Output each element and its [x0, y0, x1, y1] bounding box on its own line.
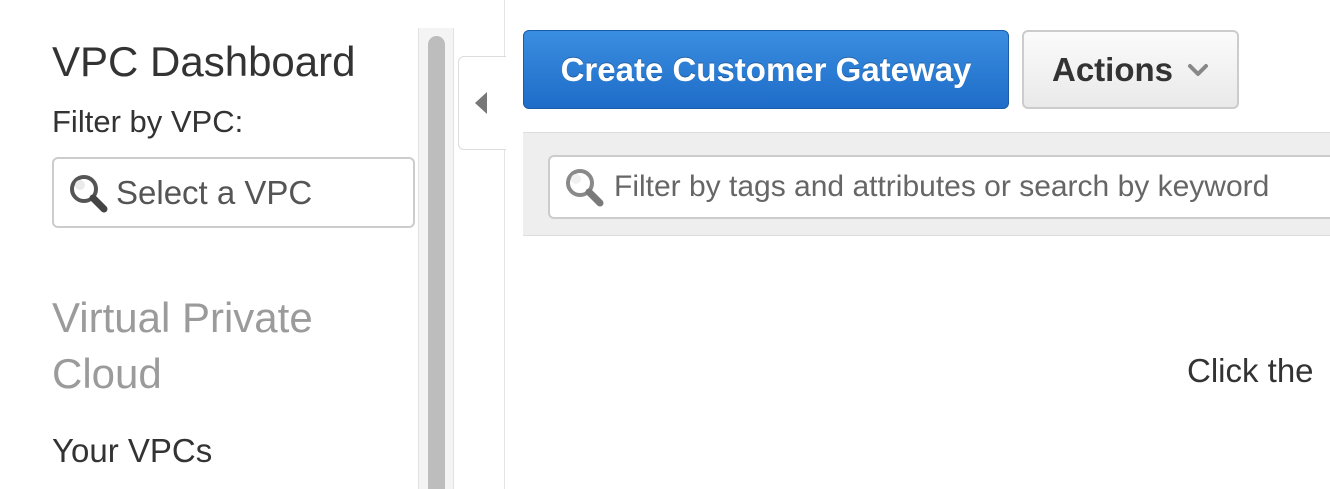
actions-label: Actions	[1051, 50, 1173, 88]
collapse-sidebar-button[interactable]	[458, 56, 506, 150]
vpc-console: VPC Dashboard Filter by VPC: Select a VP…	[0, 0, 1330, 489]
actions-dropdown-button[interactable]: Actions	[1022, 30, 1239, 109]
sidebar: VPC Dashboard Filter by VPC: Select a VP…	[0, 0, 418, 489]
search-icon	[566, 169, 604, 207]
filter-by-vpc-label: Filter by VPC:	[52, 104, 244, 139]
empty-state-message: Click the	[1187, 352, 1314, 389]
sidebar-scrollbar-thumb[interactable]	[428, 36, 445, 489]
vpc-select-placeholder: Select a VPC	[116, 173, 313, 211]
sidebar-item-your-vpcs[interactable]: Your VPCs	[52, 432, 212, 470]
filter-bar: Filter by tags and attributes or search …	[523, 132, 1330, 236]
sidebar-scrollbar[interactable]	[418, 28, 454, 489]
chevron-down-icon	[1188, 63, 1208, 76]
section-heading-virtual-private-cloud: Virtual Private Cloud	[52, 294, 313, 397]
search-input-placeholder: Filter by tags and attributes or search …	[614, 170, 1270, 203]
search-icon	[70, 174, 108, 212]
create-customer-gateway-button[interactable]: Create Customer Gateway	[523, 30, 1009, 109]
search-input[interactable]: Filter by tags and attributes or search …	[548, 155, 1330, 219]
sidebar-title[interactable]: VPC Dashboard	[52, 38, 356, 86]
vpc-select[interactable]: Select a VPC	[52, 157, 415, 228]
chevron-left-icon	[474, 92, 487, 114]
